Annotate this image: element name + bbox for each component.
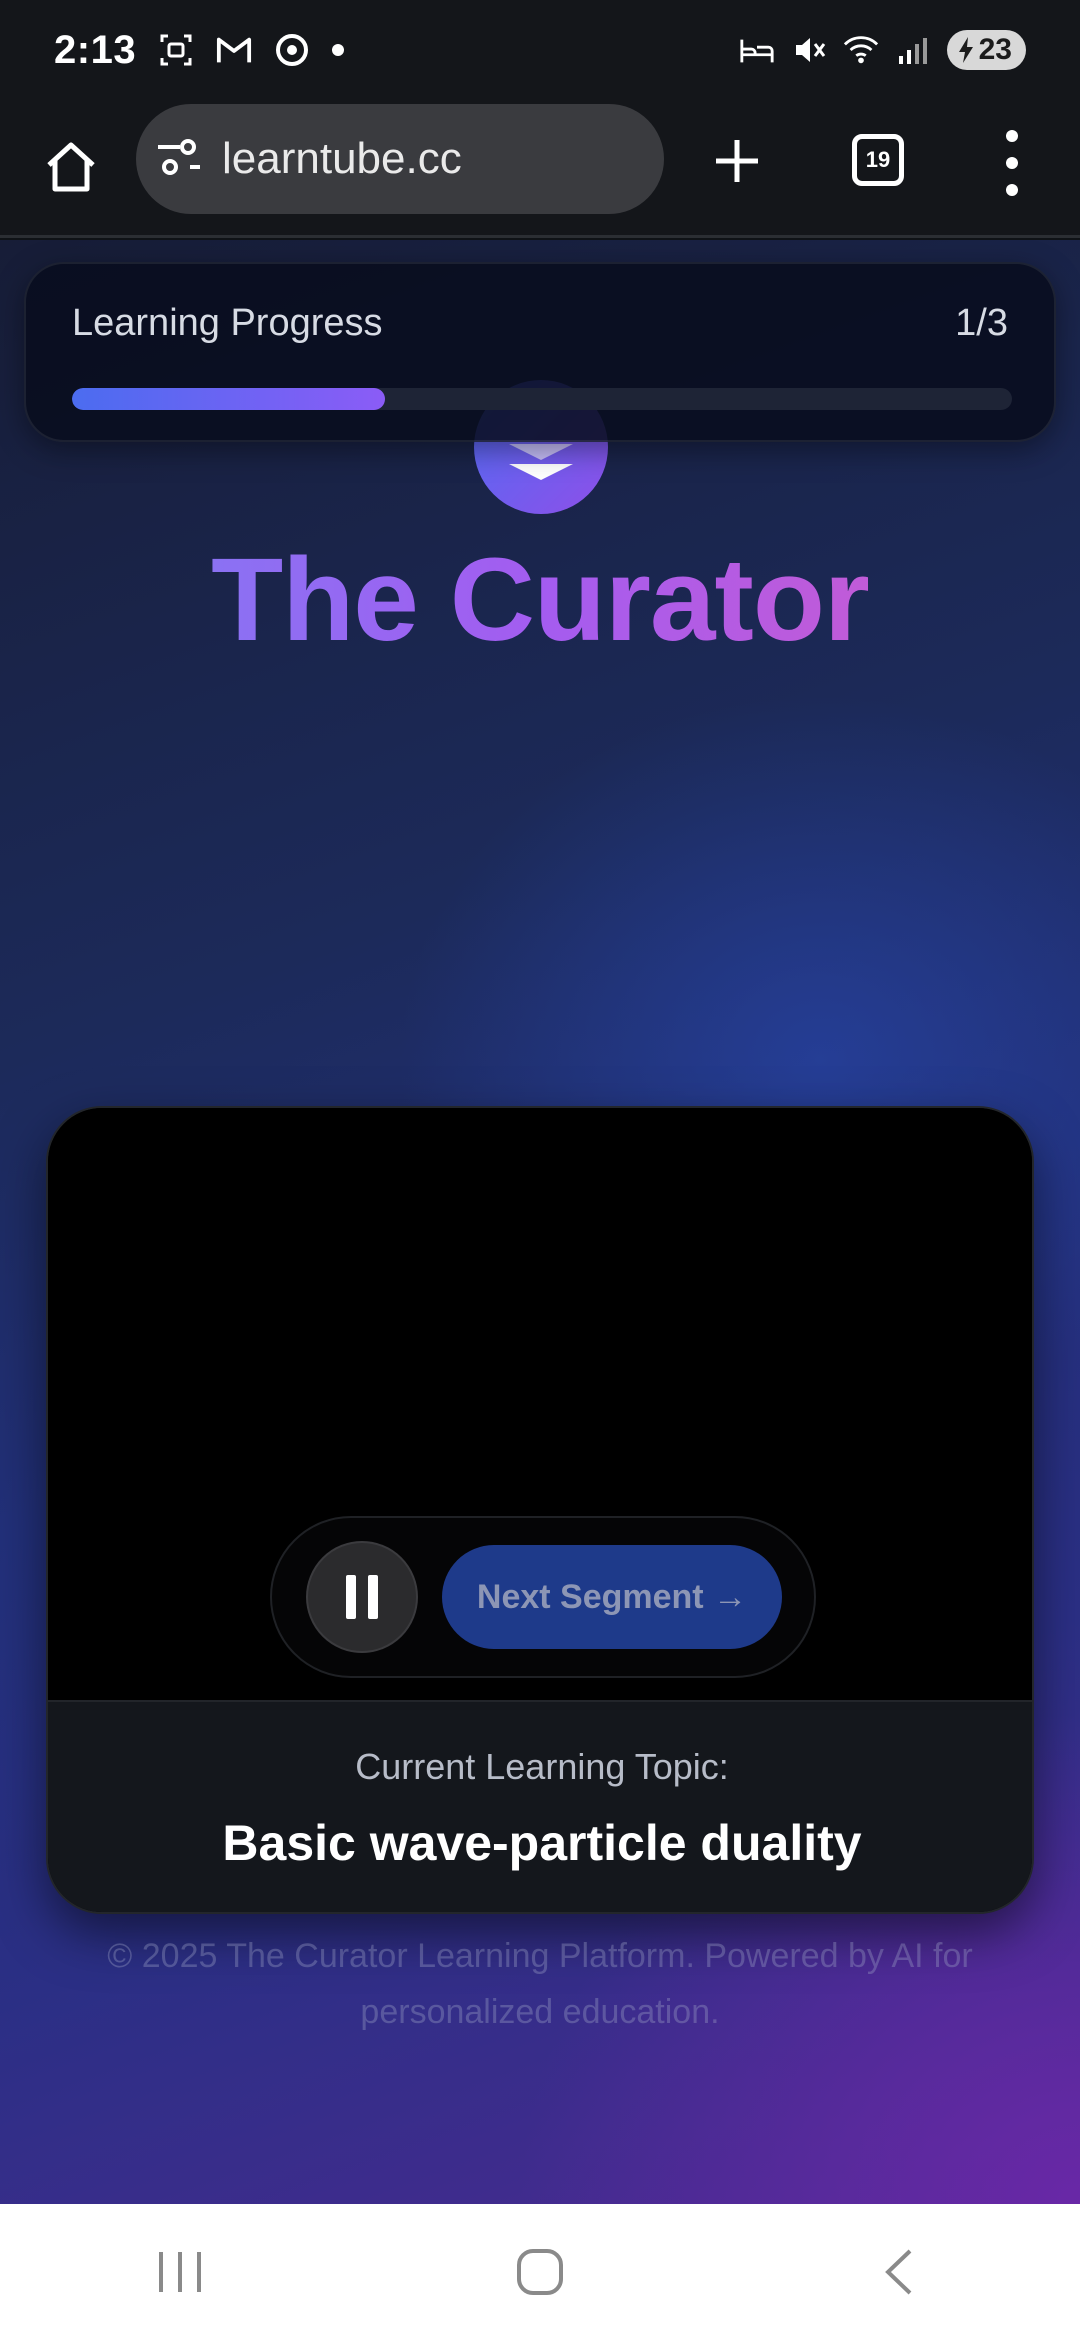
notification-dot-icon (332, 44, 345, 56)
player-controls: Next Segment → (270, 1516, 816, 1678)
browser-toolbar: learntube.cc 19 (0, 100, 1080, 238)
topic-label: Current Learning Topic: (355, 1746, 729, 1787)
pause-icon (346, 1575, 356, 1619)
mute-icon (791, 32, 827, 68)
progress-count: 1/3 (955, 302, 1008, 344)
progress-bar-fill (72, 388, 386, 410)
tab-count: 19 (865, 147, 891, 172)
battery-indicator: 23 (946, 30, 1026, 70)
page-content: Learning Progress 1/3 The Curator Next S… (0, 240, 1080, 2204)
address-bar[interactable]: learntube.cc (136, 104, 664, 214)
new-tab-icon[interactable] (704, 128, 770, 194)
screenshot-icon (158, 32, 194, 68)
video-player-card: Next Segment → Current Learning Topic: B… (46, 1106, 1034, 1914)
url-text[interactable]: learntube.cc (222, 134, 462, 184)
status-time: 2:13 (54, 27, 137, 72)
pause-button[interactable] (306, 1541, 418, 1653)
battery-level: 23 (978, 33, 1012, 66)
signal-icon (895, 32, 931, 68)
alarm-icon (739, 32, 775, 68)
wifi-icon (843, 32, 879, 68)
status-bar: 2:13 23 (0, 0, 1080, 100)
topic-value: Basic wave-particle duality (222, 1815, 862, 1871)
home-button-icon[interactable] (500, 2232, 580, 2312)
next-segment-button[interactable]: Next Segment → (442, 1545, 782, 1649)
page-title: The Curator (0, 532, 1080, 668)
progress-card: Learning Progress 1/3 (24, 262, 1056, 442)
home-icon[interactable] (38, 134, 104, 200)
charging-icon (958, 37, 973, 63)
back-icon[interactable] (860, 2232, 940, 2312)
gmail-icon (216, 32, 252, 68)
footer-text: © 2025 The Curator Learning Platform. Po… (107, 1937, 973, 2031)
recent-apps-icon[interactable] (140, 2232, 220, 2312)
menu-icon[interactable] (1000, 130, 1024, 196)
progress-label: Learning Progress (72, 302, 383, 344)
site-settings-icon[interactable] (156, 137, 202, 182)
tabs-icon[interactable]: 19 (852, 134, 904, 186)
system-nav-bar (0, 2204, 1080, 2340)
chrome-icon (274, 32, 310, 68)
topic-panel: Current Learning Topic: Basic wave-parti… (48, 1700, 1032, 1912)
progress-bar (72, 388, 1012, 410)
